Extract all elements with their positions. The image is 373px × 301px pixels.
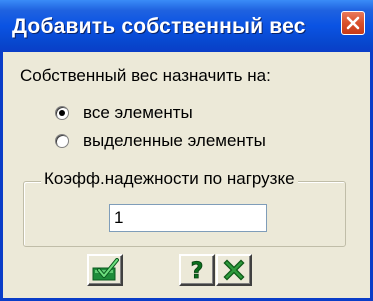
coefficient-input[interactable] [109,204,267,232]
apply-button[interactable] [87,254,123,286]
close-button[interactable] [341,11,365,35]
close-icon [346,16,360,30]
cancel-x-icon [223,259,245,281]
radio-label-all: все элементы [83,103,193,122]
radio-button-all[interactable] [55,106,69,120]
radio-all-elements[interactable]: все элементы [55,102,193,124]
help-button[interactable]: ? [179,254,215,286]
help-question-icon: ? [190,259,204,282]
radio-label-selected: выделенные элементы [83,131,266,150]
title-bar[interactable]: Добавить собственный вес [0,0,373,52]
assign-label: Собственный вес назначить на: [20,66,271,85]
radio-button-selected[interactable] [55,134,69,148]
coefficient-group-label: Коэфф.надежности по нагрузке [41,169,298,189]
dialog-window: Добавить собственный вес Собственный вес… [0,0,373,301]
svg-text:?: ? [191,259,204,282]
cancel-button[interactable] [216,254,252,286]
apply-checkmark-icon [92,258,119,281]
radio-selected-elements[interactable]: выделенные элементы [55,130,266,152]
window-title: Добавить собственный вес [12,15,306,38]
